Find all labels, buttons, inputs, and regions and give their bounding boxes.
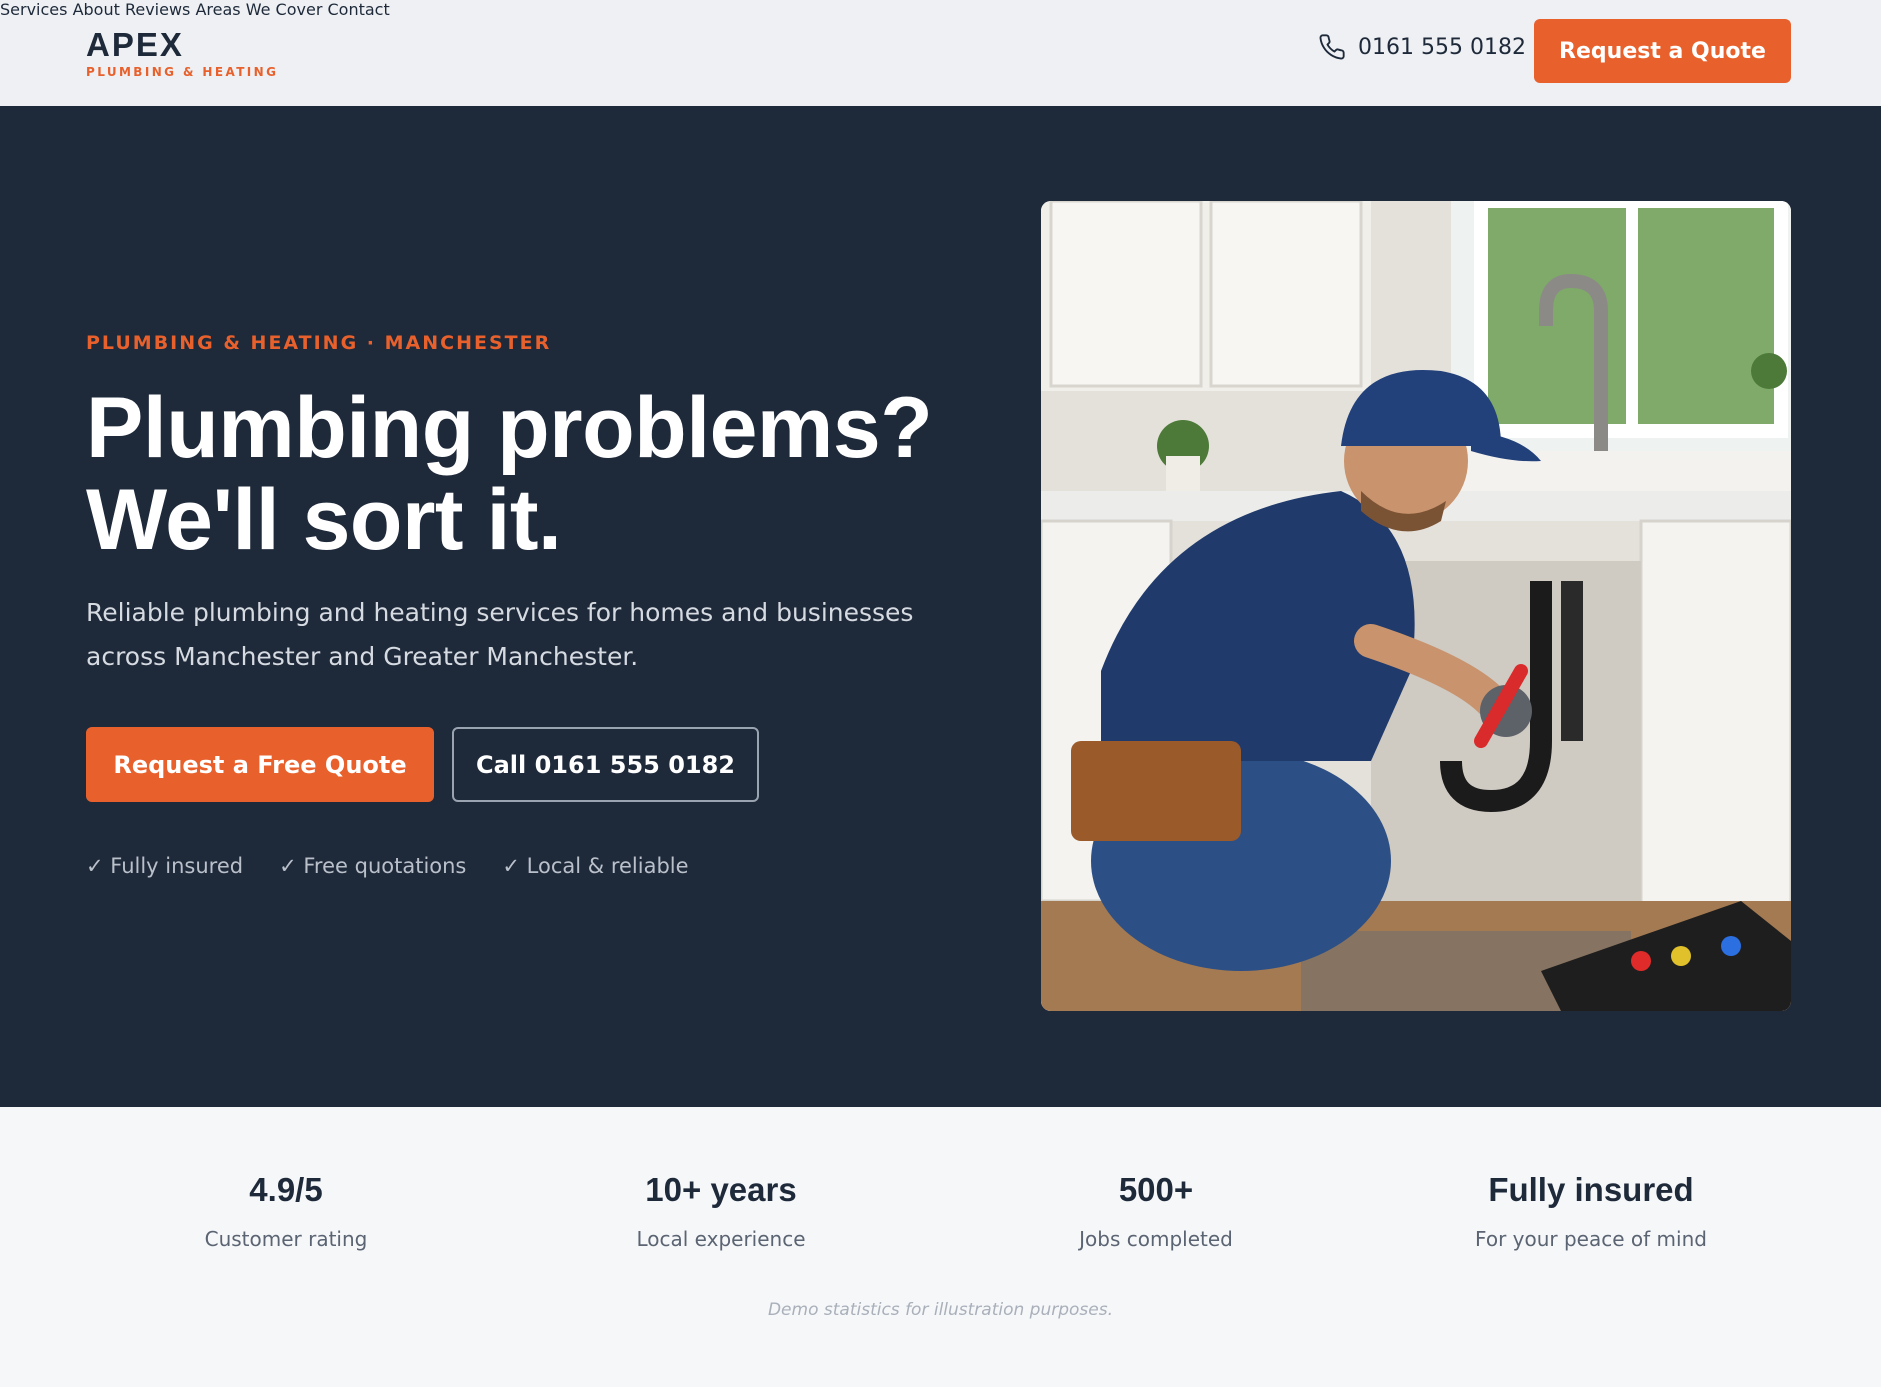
nav-about[interactable]: About: [73, 0, 120, 19]
hero-plumber-photo: [1041, 201, 1791, 1011]
stat-value: 4.9/5: [249, 1171, 323, 1208]
stat-label: Customer rating: [204, 1227, 368, 1251]
header-phone-number: 0161 555 0182: [1358, 34, 1526, 60]
call-phone-button[interactable]: Call 0161 555 0182: [452, 727, 759, 802]
hero-headline: Plumbing problems? We'll sort it.: [86, 382, 986, 566]
hero-features: ✓ Fully insured ✓ Free quotations ✓ Loca…: [86, 854, 689, 878]
hero-headline-line-1: Plumbing problems?: [86, 380, 933, 476]
stats-disclaimer: Demo statistics for illustration purpose…: [767, 1300, 1114, 1320]
header-phone-link[interactable]: 0161 555 0182: [1318, 33, 1526, 61]
logo-tagline: PLUMBING & HEATING: [86, 65, 279, 79]
hero-subtext: Reliable plumbing and heating services f…: [86, 598, 914, 671]
nav-contact[interactable]: Contact: [327, 0, 389, 19]
feature-local-reliable: ✓ Local & reliable: [502, 854, 689, 878]
stat-label: Local experience: [636, 1227, 806, 1251]
feature-free-quotations: ✓ Free quotations: [279, 854, 467, 878]
feature-fully-insured: ✓ Fully insured: [86, 854, 244, 878]
main-nav: Services About Reviews Areas We Cover Co…: [0, 0, 1881, 19]
logo[interactable]: APEX PLUMBING & HEATING: [86, 26, 279, 80]
request-quote-button[interactable]: Request a Quote: [1534, 19, 1791, 83]
hero-eyebrow: PLUMBING & HEATING · MANCHESTER: [86, 332, 552, 354]
plumber-illustration: [1041, 201, 1791, 1011]
request-free-quote-button[interactable]: Request a Free Quote: [86, 727, 434, 802]
stat-experience: 10+ years Local experience: [571, 1171, 871, 1251]
stat-fully-insured: Fully insured For your peace of mind: [1441, 1171, 1741, 1251]
stat-value: 10+ years: [645, 1171, 797, 1208]
site-header: APEX PLUMBING & HEATING Services About R…: [0, 0, 1881, 106]
stat-label: For your peace of mind: [1475, 1227, 1707, 1251]
nav-services[interactable]: Services: [0, 0, 67, 19]
nav-reviews[interactable]: Reviews: [125, 0, 190, 19]
stat-jobs-completed: 500+ Jobs completed: [1006, 1171, 1306, 1251]
stat-customer-rating: 4.9/5 Customer rating: [136, 1171, 436, 1251]
stat-value: Fully insured: [1488, 1171, 1694, 1208]
stat-label: Jobs completed: [1079, 1227, 1233, 1251]
hero-section: PLUMBING & HEATING · MANCHESTER Plumbing…: [0, 106, 1881, 1107]
stats-section: 4.9/5 Customer rating 10+ years Local ex…: [0, 1107, 1881, 1387]
phone-icon: [1319, 34, 1345, 60]
hero-headline-line-2: We'll sort it.: [86, 472, 562, 568]
logo-name: APEX: [86, 26, 184, 63]
nav-areas-we-cover[interactable]: Areas We Cover: [195, 0, 322, 19]
stat-value: 500+: [1118, 1171, 1194, 1208]
